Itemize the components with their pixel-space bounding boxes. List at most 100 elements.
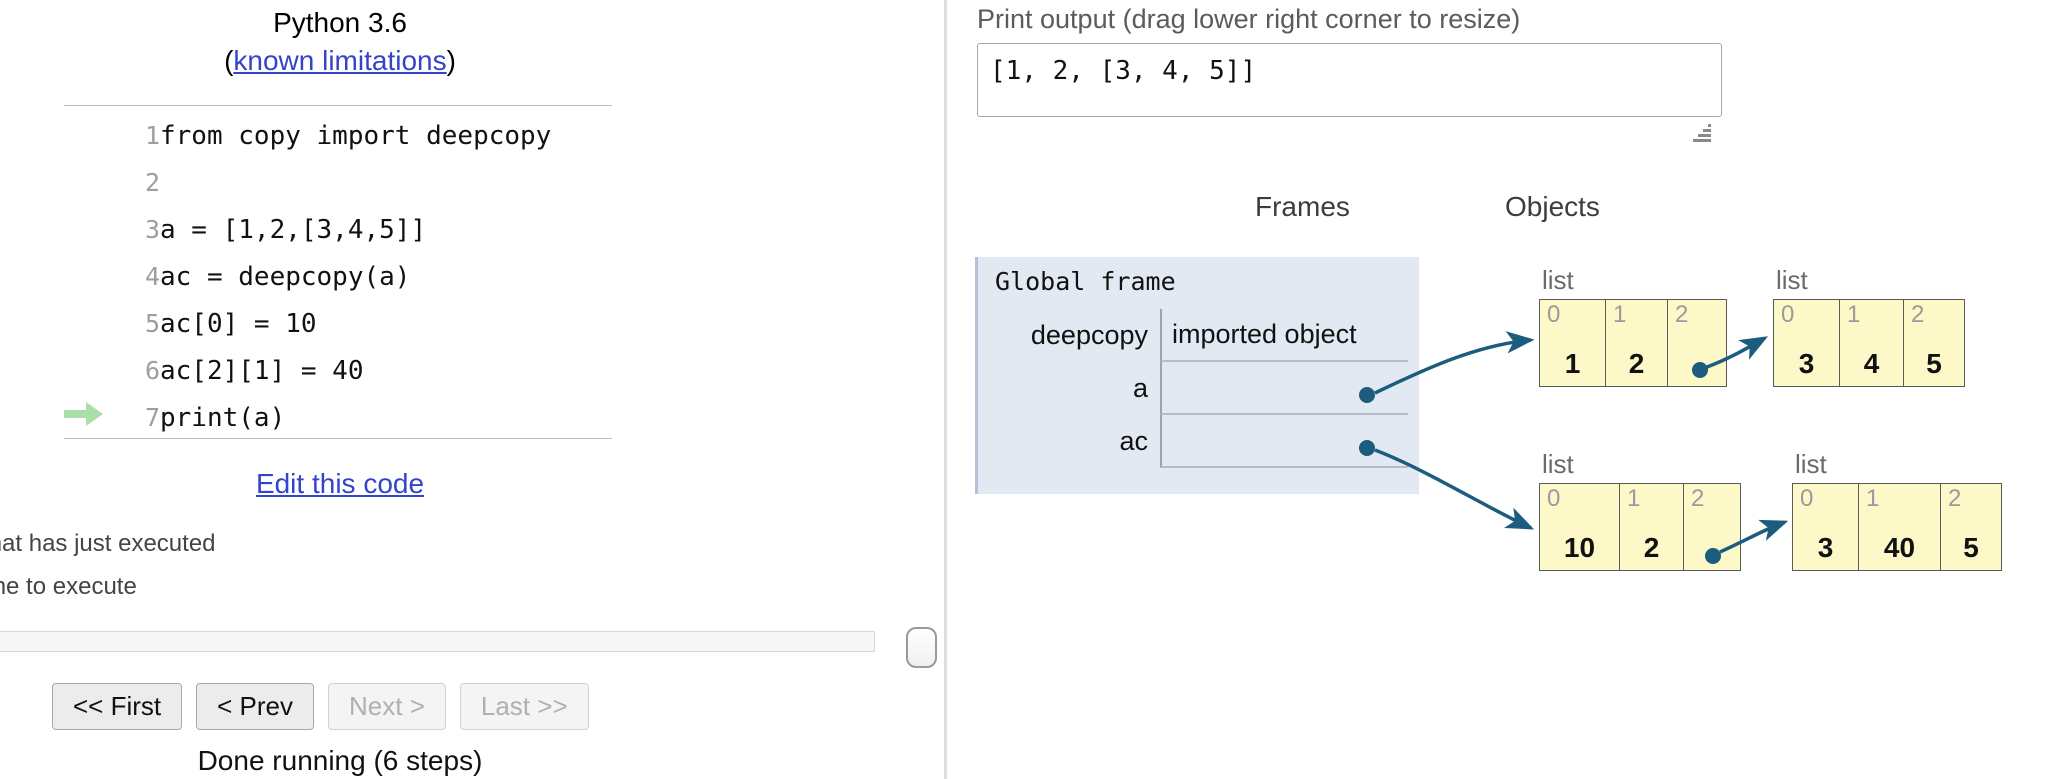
list-index: 1 <box>1847 301 1861 328</box>
code-text: a = [1,2,[3,4,5]] <box>160 214 427 245</box>
execution-status: Done running (6 steps) <box>197 745 483 776</box>
code-line-row[interactable]: 2 <box>64 159 551 206</box>
list-index: 2 <box>1911 301 1925 328</box>
code-line-row[interactable]: 5 ac[0] = 10 <box>64 300 551 347</box>
prev-step-button[interactable]: < Prev <box>196 683 315 730</box>
list-value: 10 <box>1563 532 1596 563</box>
python-version-block: Python 3.6 (known limitations) <box>0 4 680 80</box>
list-value: 3 <box>1817 532 1834 563</box>
object-type-label: list <box>1795 449 1827 479</box>
line-number: 6 <box>144 356 160 385</box>
variable-row: ac <box>978 415 1422 468</box>
list-index: 1 <box>1866 485 1880 512</box>
code-line-row[interactable]: 1 from copy import deepcopy <box>64 112 551 159</box>
known-limitations-link[interactable]: known limitations <box>233 45 446 76</box>
execution-arrow-cell <box>64 347 114 394</box>
resize-grip-icon[interactable] <box>1689 120 1711 142</box>
object-type-label: list <box>1776 265 1808 295</box>
list-cell-pointer: 2 <box>1683 483 1741 571</box>
object-type-label: list <box>1542 265 1574 295</box>
variable-name: a <box>1132 373 1148 403</box>
code-text: ac = deepcopy(a) <box>160 261 411 292</box>
code-text: from copy import deepcopy <box>160 120 552 151</box>
line-number: 7 <box>144 403 160 432</box>
visualization-pane: Print output (drag lower right corner to… <box>947 0 2065 779</box>
list-index: 0 <box>1547 301 1561 328</box>
list-index: 0 <box>1781 301 1795 328</box>
legend-next-to-execute: next line to execute <box>0 573 137 600</box>
variable-row: a <box>978 362 1422 415</box>
code-bottom-divider <box>64 438 612 439</box>
line-number: 4 <box>144 262 160 291</box>
code-line-row[interactable]: 6 ac[2][1] = 40 <box>64 347 551 394</box>
list-cell: 0 10 <box>1539 483 1619 571</box>
list-value: 4 <box>1863 348 1880 379</box>
list-cell: 1 2 <box>1619 483 1683 571</box>
code-text: ac[0] = 10 <box>160 308 317 339</box>
list-value: 5 <box>1926 348 1942 379</box>
next-line-arrow-icon <box>64 402 108 426</box>
variable-name: ac <box>1119 426 1148 456</box>
execution-arrow-cell <box>64 300 114 347</box>
execution-arrow-cell <box>64 253 114 300</box>
list-cells: 0 1 1 2 2 <box>1539 299 1727 387</box>
list-object-a: list 0 1 1 2 2 <box>1539 265 1727 387</box>
step-slider-handle[interactable] <box>906 627 937 668</box>
legend-just-executed: line that has just executed <box>0 530 216 557</box>
variable-value <box>1160 415 1408 468</box>
list-cell: 1 40 <box>1858 483 1940 571</box>
list-value: 5 <box>1963 532 1979 563</box>
list-cells: 0 3 1 40 2 5 <box>1792 483 2002 571</box>
python-tutor-visualizer: Python 3.6 (known limitations) 1 from co… <box>0 0 2065 779</box>
line-number: 3 <box>144 215 160 244</box>
list-index: 1 <box>1627 485 1641 512</box>
list-value: 2 <box>1628 348 1645 379</box>
edit-this-code-link[interactable]: Edit this code <box>0 468 680 500</box>
list-object-ac-inner: list 0 3 1 40 2 5 <box>1792 449 2002 571</box>
global-frame: Global frame deepcopy imported object a … <box>975 257 1419 494</box>
list-value: 3 <box>1798 348 1815 379</box>
print-output-value: [1, 2, [3, 4, 5]] <box>990 56 1257 86</box>
print-output-box[interactable]: [1, 2, [3, 4, 5]] <box>977 43 1722 117</box>
list-cell: 1 2 <box>1605 299 1667 387</box>
object-type-label: list <box>1542 449 1574 479</box>
list-cell: 0 3 <box>1792 483 1858 571</box>
next-step-button[interactable]: Next > <box>328 683 446 730</box>
step-slider-track[interactable] <box>0 631 875 652</box>
code-line-row-current[interactable]: 7 print(a) <box>64 394 551 441</box>
paren-close: ) <box>446 45 456 77</box>
frames-header: Frames <box>1255 191 1350 222</box>
code-top-divider <box>64 105 612 106</box>
first-step-button[interactable]: << First <box>52 683 183 730</box>
line-number: 2 <box>144 168 160 197</box>
list-cell: 2 5 <box>1903 299 1965 387</box>
list-cell: 2 5 <box>1940 483 2002 571</box>
execution-arrow-cell <box>64 206 114 253</box>
list-index: 0 <box>1800 485 1814 512</box>
list-object-ac: list 0 10 1 2 2 <box>1539 449 1741 571</box>
list-cells: 0 10 1 2 2 <box>1539 483 1741 571</box>
code-line-row[interactable]: 4 ac = deepcopy(a) <box>64 253 551 300</box>
code-pane: Python 3.6 (known limitations) 1 from co… <box>0 0 944 779</box>
list-object-a-inner: list 0 3 1 4 2 5 <box>1773 265 1965 387</box>
code-line-row[interactable]: 3 a = [1,2,[3,4,5]] <box>64 206 551 253</box>
execution-arrow-cell <box>64 159 114 206</box>
paren-open: ( <box>224 45 234 77</box>
variable-row: deepcopy imported object <box>978 309 1422 362</box>
list-cells: 0 3 1 4 2 5 <box>1773 299 1965 387</box>
code-listing: 1 from copy import deepcopy 2 3 a = [1,2… <box>64 112 551 441</box>
python-version-label: Python 3.6 <box>273 7 407 38</box>
variable-value <box>1160 362 1408 415</box>
navigation-buttons: << First < Prev Next > Last >> <box>52 683 589 730</box>
line-number: 1 <box>144 121 160 150</box>
list-value: 40 <box>1883 532 1916 563</box>
line-number: 5 <box>144 309 160 338</box>
code-text: ac[2][1] = 40 <box>160 355 364 386</box>
known-limitations-line: (known limitations) <box>0 42 680 80</box>
list-index: 2 <box>1691 485 1705 512</box>
code-text: print(a) <box>160 402 286 433</box>
list-cell-pointer: 2 <box>1667 299 1727 387</box>
list-cell: 0 1 <box>1539 299 1605 387</box>
list-cell: 1 4 <box>1839 299 1903 387</box>
last-step-button[interactable]: Last >> <box>459 683 589 730</box>
